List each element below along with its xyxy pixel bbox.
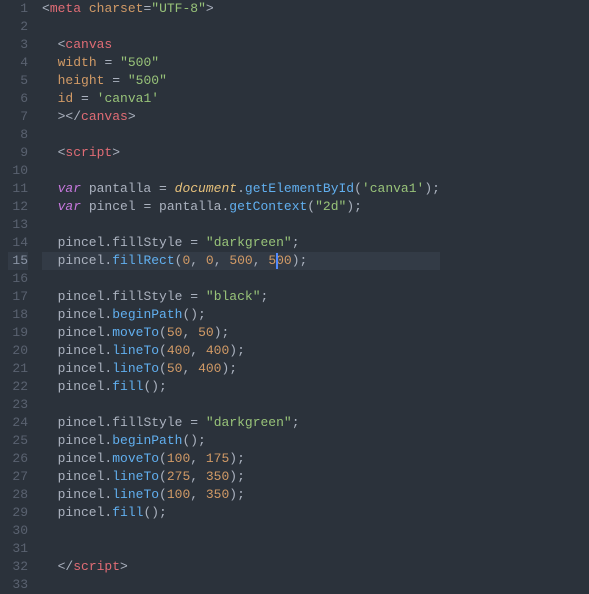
line-number: 14 (8, 234, 28, 252)
line-number: 4 (8, 54, 28, 72)
line-number: 8 (8, 126, 28, 144)
line-number: 33 (8, 576, 28, 594)
line-number: 31 (8, 540, 28, 558)
code-line[interactable]: height = "500" (42, 72, 440, 90)
code-line[interactable]: id = 'canva1' (42, 90, 440, 108)
line-number: 26 (8, 450, 28, 468)
line-number: 5 (8, 72, 28, 90)
line-number: 7 (8, 108, 28, 126)
code-line[interactable]: pincel.fillStyle = "darkgreen"; (42, 414, 440, 432)
code-line[interactable]: pincel.moveTo(100, 175); (42, 450, 440, 468)
code-line[interactable] (42, 540, 440, 558)
code-editor[interactable]: 1234567891011121314151617181920212223242… (0, 0, 589, 591)
line-number: 12 (8, 198, 28, 216)
code-line[interactable] (42, 18, 440, 36)
code-line[interactable]: </script> (42, 558, 440, 576)
code-line[interactable]: var pantalla = document.getElementById('… (42, 180, 440, 198)
code-line[interactable] (42, 270, 440, 288)
line-number: 2 (8, 18, 28, 36)
text-cursor (276, 253, 278, 269)
line-number: 15 (8, 252, 28, 270)
line-number: 13 (8, 216, 28, 234)
code-line[interactable]: pincel.beginPath(); (42, 432, 440, 450)
code-line[interactable]: pincel.fill(); (42, 378, 440, 396)
line-number: 25 (8, 432, 28, 450)
code-line[interactable]: pincel.fillRect(0, 0, 500, 500); (42, 252, 440, 270)
code-line[interactable]: pincel.lineTo(400, 400); (42, 342, 440, 360)
line-number: 10 (8, 162, 28, 180)
code-line[interactable] (42, 162, 440, 180)
line-number: 9 (8, 144, 28, 162)
code-line[interactable] (42, 126, 440, 144)
code-line[interactable] (42, 396, 440, 414)
line-number: 6 (8, 90, 28, 108)
line-number: 27 (8, 468, 28, 486)
line-number: 17 (8, 288, 28, 306)
code-line[interactable]: pincel.beginPath(); (42, 306, 440, 324)
code-line[interactable]: pincel.fill(); (42, 504, 440, 522)
line-number: 24 (8, 414, 28, 432)
line-number: 18 (8, 306, 28, 324)
code-line[interactable]: width = "500" (42, 54, 440, 72)
line-number: 19 (8, 324, 28, 342)
code-line[interactable]: pincel.lineTo(275, 350); (42, 468, 440, 486)
code-line[interactable]: pincel.fillStyle = "black"; (42, 288, 440, 306)
code-line[interactable]: pincel.lineTo(100, 350); (42, 486, 440, 504)
line-number: 28 (8, 486, 28, 504)
code-line[interactable] (42, 522, 440, 540)
code-line[interactable]: <script> (42, 144, 440, 162)
code-line[interactable]: <canvas (42, 36, 440, 54)
code-line[interactable] (42, 576, 440, 594)
code-line[interactable]: pincel.fillStyle = "darkgreen"; (42, 234, 440, 252)
code-line[interactable]: pincel.moveTo(50, 50); (42, 324, 440, 342)
line-number: 22 (8, 378, 28, 396)
code-area[interactable]: <meta charset="UTF-8"> <canvas width = "… (38, 0, 448, 591)
line-number: 11 (8, 180, 28, 198)
line-number: 1 (8, 0, 28, 18)
code-line[interactable]: pincel.lineTo(50, 400); (42, 360, 440, 378)
line-number: 29 (8, 504, 28, 522)
line-number: 21 (8, 360, 28, 378)
code-line[interactable]: var pincel = pantalla.getContext("2d"); (42, 198, 440, 216)
code-line[interactable]: <meta charset="UTF-8"> (42, 0, 440, 18)
line-number: 32 (8, 558, 28, 576)
line-number: 20 (8, 342, 28, 360)
code-line[interactable] (42, 216, 440, 234)
line-number: 23 (8, 396, 28, 414)
line-number-gutter: 1234567891011121314151617181920212223242… (0, 0, 38, 591)
line-number: 30 (8, 522, 28, 540)
line-number: 3 (8, 36, 28, 54)
code-line[interactable]: ></canvas> (42, 108, 440, 126)
line-number: 16 (8, 270, 28, 288)
